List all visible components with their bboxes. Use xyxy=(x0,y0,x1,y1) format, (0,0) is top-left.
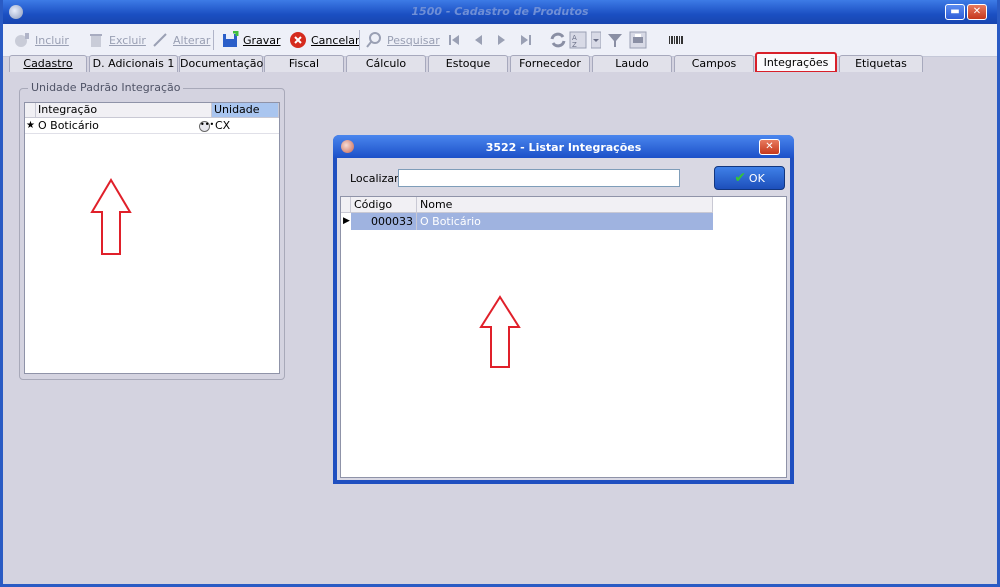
save-icon xyxy=(223,31,239,47)
ellipsis-button[interactable]: ••• xyxy=(199,118,214,133)
barcode-icon xyxy=(669,36,683,44)
tab-fiscal[interactable]: Fiscal xyxy=(264,55,344,72)
codigo-cell[interactable]: 000033 xyxy=(351,213,417,230)
minimize-button[interactable]: ▬ xyxy=(945,4,965,20)
integracao-cell[interactable]: O Boticário xyxy=(38,118,196,133)
tab-documentacao[interactable]: Documentação xyxy=(179,55,263,72)
column-header-nome[interactable]: Nome xyxy=(417,197,713,213)
prev-record-button[interactable] xyxy=(469,30,491,50)
checkmark-icon: ✔ xyxy=(734,170,746,186)
row-divider xyxy=(25,133,279,134)
dialog-title: 3522 - Listar Integrações xyxy=(485,141,642,154)
dialog-close-button[interactable]: ✕ xyxy=(759,139,780,155)
unidade-padrao-groupbox: Unidade Padrão Integração Integração Uni… xyxy=(19,81,285,380)
chevron-down-icon xyxy=(591,31,601,49)
ok-label: OK xyxy=(748,171,765,185)
sort-icon: AZ xyxy=(569,31,587,49)
prev-icon xyxy=(475,35,482,45)
cancelar-label: Cancelar xyxy=(311,33,360,47)
integracao-grid: Integração Unidade ★ O Boticário ••• CX xyxy=(24,102,280,374)
main-window: 1500 - Cadastro de Produtos ▬ ✕ Incluir … xyxy=(0,0,1000,587)
toolbar-separator xyxy=(213,30,214,50)
next-record-button[interactable] xyxy=(493,30,515,50)
tab-cadastro[interactable]: Cadastro xyxy=(9,55,87,72)
gravar-button[interactable]: Gravar xyxy=(221,30,281,50)
tab-d-adicionais-1[interactable]: D. Adicionais 1 xyxy=(89,55,178,72)
refresh-icon xyxy=(550,32,566,48)
sort-button[interactable]: AZ xyxy=(569,30,591,50)
alterar-button[interactable]: Alterar xyxy=(151,30,210,50)
toolbar-separator xyxy=(359,30,360,50)
barcode-button[interactable] xyxy=(667,30,689,50)
tab-label: Etiquetas xyxy=(855,57,907,70)
last-icon xyxy=(521,35,531,45)
excluir-button[interactable]: Excluir xyxy=(87,30,146,50)
close-button[interactable]: ✕ xyxy=(967,4,987,20)
annotation-arrow xyxy=(479,295,521,368)
column-header-integracao[interactable]: Integração xyxy=(36,103,212,118)
column-header-unidade[interactable]: Unidade xyxy=(212,103,279,118)
pesquisar-button[interactable]: Pesquisar xyxy=(365,30,440,50)
window-title: 1500 - Cadastro de Produtos xyxy=(411,5,589,18)
tab-label: Documentação xyxy=(180,57,264,70)
pencil-icon xyxy=(153,33,167,47)
annotation-arrow xyxy=(90,178,132,255)
first-record-button[interactable] xyxy=(445,30,467,50)
row-marker: ★ xyxy=(26,120,35,131)
gravar-label: Gravar xyxy=(243,33,281,47)
magnifier-icon xyxy=(366,32,381,48)
tab-campos-livres[interactable]: Campos Livres xyxy=(674,55,754,86)
filter-icon xyxy=(608,34,622,47)
tab-label: D. Adicionais 1 xyxy=(92,57,175,70)
localizar-input[interactable] xyxy=(398,169,680,187)
row-indicator-header xyxy=(25,103,36,118)
dropdown-button[interactable] xyxy=(591,30,605,50)
groupbox-legend: Unidade Padrão Integração xyxy=(28,81,184,94)
dialog-body: Localizar ✔ OK Código Nome ▶ 000033 O Bot… xyxy=(337,158,790,480)
nome-cell[interactable]: O Boticário xyxy=(417,213,713,230)
tab-estoque[interactable]: Estoque xyxy=(428,55,508,72)
filter-button[interactable] xyxy=(606,30,628,50)
row-indicator-header xyxy=(341,197,351,213)
printer-icon xyxy=(629,31,647,49)
tab-label: Integrações xyxy=(763,56,829,69)
incluir-icon xyxy=(15,33,29,47)
integracoes-list-grid: Código Nome ▶ 000033 O Boticário xyxy=(340,196,787,478)
incluir-label: Incluir xyxy=(35,33,69,47)
tab-calculo-precos[interactable]: Cálculo Preços xyxy=(346,55,426,86)
current-row-marker: ▶ xyxy=(343,216,350,226)
column-header-codigo[interactable]: Código xyxy=(351,197,417,213)
tab-fornecedor[interactable]: Fornecedor xyxy=(510,55,590,72)
ellipsis-icon: ••• xyxy=(199,120,214,132)
first-icon xyxy=(449,35,459,45)
ok-button[interactable]: ✔ OK xyxy=(714,166,785,190)
tab-laudo[interactable]: Laudo xyxy=(592,55,672,72)
tab-strip: Cadastro D. Adicionais 1 Documentação Fi… xyxy=(9,52,995,86)
dialog-title-bar: 3522 - Listar Integrações ✕ xyxy=(333,135,794,158)
next-icon xyxy=(498,35,505,45)
title-bar: 1500 - Cadastro de Produtos ▬ ✕ xyxy=(3,0,997,24)
toolbar: Incluir Excluir Alterar Gravar Cancelar … xyxy=(3,24,997,57)
tab-integracoes[interactable]: Integrações xyxy=(755,52,837,73)
unidade-cell[interactable]: CX xyxy=(215,118,275,133)
listar-integracoes-dialog: 3522 - Listar Integrações ✕ Localizar ✔ O… xyxy=(333,135,794,484)
localizar-label: Localizar xyxy=(350,172,399,185)
excluir-label: Excluir xyxy=(109,33,146,47)
last-record-button[interactable] xyxy=(517,30,539,50)
tab-label: Fiscal xyxy=(288,57,320,70)
tab-label: Cadastro xyxy=(23,57,73,70)
cancelar-button[interactable]: Cancelar xyxy=(289,30,360,50)
tab-label: Estoque xyxy=(445,57,491,70)
tab-etiquetas[interactable]: Etiquetas xyxy=(839,55,923,72)
cancel-icon xyxy=(290,32,306,48)
incluir-button[interactable]: Incluir xyxy=(13,30,69,50)
pesquisar-label: Pesquisar xyxy=(387,33,440,47)
refresh-button[interactable] xyxy=(549,30,571,50)
tab-label: Laudo xyxy=(615,57,649,70)
alterar-label: Alterar xyxy=(173,33,211,47)
svg-text:Z: Z xyxy=(572,41,577,49)
trash-icon xyxy=(90,34,102,47)
tab-label: Fornecedor xyxy=(519,57,581,70)
print-button[interactable] xyxy=(629,30,651,50)
